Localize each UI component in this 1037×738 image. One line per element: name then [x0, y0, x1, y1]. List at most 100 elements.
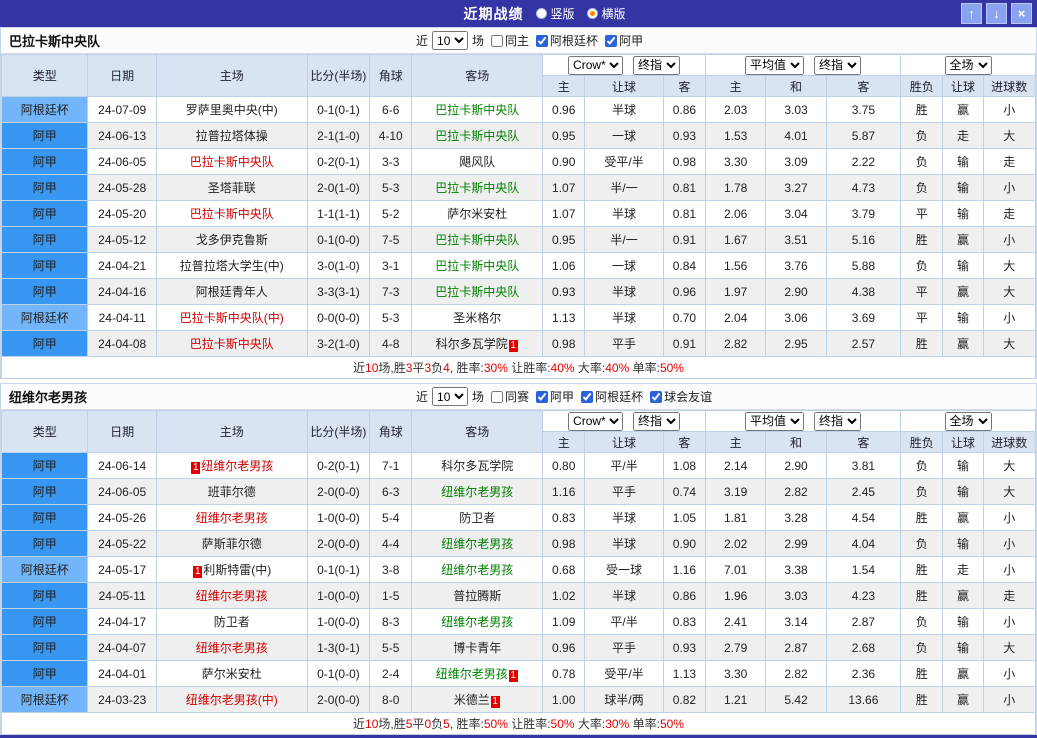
corner-count: 3-3 — [369, 148, 413, 175]
team-name-text: 巴拉卡斯中央队 — [435, 181, 520, 195]
match-row: 阿甲 24-05-11 纽维尔老男孩 1-0(0-0) 1-5 普拉腾斯 1.02 半球 0.8… — [0, 582, 1037, 609]
header-select[interactable]: 平均值 — [745, 411, 805, 431]
corner-count: 5-3 — [369, 304, 413, 331]
team-name-text: 戈多伊克鲁斯 — [195, 233, 268, 247]
scroll-down-button[interactable]: ↓ — [986, 3, 1007, 24]
red-card-badge: 1 — [193, 566, 203, 578]
team-name-text: 巴拉卡斯中央队 — [435, 285, 520, 299]
odds-value: 3.38 — [765, 556, 827, 583]
match-date: 24-04-08 — [87, 330, 157, 357]
team-name-text: 纽维尔老男孩 — [435, 667, 508, 681]
score: 0-2(0-1) — [306, 452, 371, 479]
result-flag: 输 — [942, 304, 984, 331]
score: 2-0(0-0) — [306, 478, 371, 505]
match-row: 阿甲 24-05-28 圣塔菲联 2-0(1-0) 5-3 巴拉卡斯中央队 1.07 半/一 0… — [0, 174, 1037, 201]
column-header: 比分(半场) — [306, 410, 371, 453]
header-select[interactable]: 平均值 — [745, 55, 805, 75]
score: 3-3(3-1) — [306, 278, 371, 305]
filter-checkbox[interactable]: 阿甲 — [605, 32, 643, 49]
checkbox-input[interactable] — [581, 390, 594, 403]
sub-header: 胜负 — [900, 75, 944, 97]
odds-value: 2.04 — [704, 304, 767, 331]
away-team: 纽维尔老男孩 — [411, 556, 544, 583]
summary-segment: 场,胜 — [378, 361, 406, 375]
home-team: 戈多伊克鲁斯 — [155, 226, 308, 253]
filter-checkbox[interactable]: 球会友谊 — [650, 388, 712, 405]
header-select[interactable]: Crow* — [568, 411, 624, 431]
sub-header: 让球 — [942, 75, 984, 97]
result-flag: 小 — [982, 608, 1037, 635]
odds-value: 0.95 — [542, 226, 586, 253]
odds-value: 1.16 — [542, 478, 586, 505]
result-flag: 赢 — [942, 226, 984, 253]
games-label: 场 — [472, 390, 485, 404]
team-name-text: 拉普拉塔大学生(中) — [179, 259, 284, 273]
checkbox-input[interactable] — [536, 390, 549, 403]
filter-checkbox[interactable]: 阿根廷杯 — [581, 388, 643, 405]
column-header: 主场 — [155, 410, 308, 453]
odds-value: 半/一 — [584, 174, 664, 201]
result-flag: 小 — [982, 96, 1037, 123]
home-team: 罗萨里奥中央(中) — [155, 96, 308, 123]
header-select[interactable]: Crow* — [568, 55, 624, 75]
team-name-text: 防卫者 — [459, 511, 496, 525]
odds-value: 3.69 — [825, 304, 902, 331]
odds-value: 平手 — [584, 478, 664, 505]
team-name-text: 纽维尔老男孩 — [441, 485, 514, 499]
checkbox-input[interactable] — [491, 390, 504, 403]
odds-value: 0.93 — [662, 634, 706, 661]
header-select[interactable]: 全场 — [944, 411, 992, 431]
header-select[interactable]: 终指 — [814, 411, 862, 431]
result-flag: 负 — [900, 530, 944, 557]
match-date: 24-05-20 — [87, 200, 157, 227]
filter-checkbox[interactable]: 同主 — [491, 32, 529, 49]
odds-value: 1.06 — [542, 252, 586, 279]
section-header: 巴拉卡斯中央队 近 10 场 同主 阿根廷杯 阿甲 — [1, 28, 1036, 54]
checkbox-input[interactable] — [536, 34, 549, 47]
header-select[interactable]: 全场 — [944, 55, 992, 75]
layout-radio-vertical[interactable]: 竖版 — [535, 5, 575, 22]
header-select[interactable]: 终指 — [814, 55, 862, 75]
filter-checkbox[interactable]: 阿甲 — [536, 388, 574, 405]
column-header: 日期 — [87, 410, 157, 453]
team-name-text: 巴拉卡斯中央队 — [435, 129, 520, 143]
corner-count: 8-0 — [369, 686, 413, 713]
team-name-text: 圣塔菲联 — [207, 181, 256, 195]
close-button[interactable]: × — [1011, 3, 1032, 24]
odds-value: 1.56 — [704, 252, 767, 279]
match-date: 24-06-05 — [87, 148, 157, 175]
header-select[interactable]: 终指 — [633, 411, 681, 431]
home-team: 拉普拉塔大学生(中) — [155, 252, 308, 279]
odds-value: 2.99 — [765, 530, 827, 557]
odds-value: 0.98 — [662, 148, 706, 175]
match-count-select[interactable]: 10 — [432, 387, 469, 406]
score: 0-1(0-0) — [306, 226, 371, 253]
odds-value: 2.87 — [825, 608, 902, 635]
match-count-select[interactable]: 10 — [432, 31, 469, 50]
checkbox-input[interactable] — [491, 34, 504, 47]
team-name-text: 萨斯菲尔德 — [201, 537, 262, 551]
odds-value: 2.82 — [704, 330, 767, 357]
filter-checkbox[interactable]: 同赛 — [491, 388, 529, 405]
odds-value: 受一球 — [584, 556, 664, 583]
team-name-text: 巴拉卡斯中央队 — [435, 233, 520, 247]
checkbox-input[interactable] — [605, 34, 618, 47]
layout-radio-horizontal[interactable]: 横版 — [586, 5, 626, 22]
sub-header: 客 — [825, 431, 902, 453]
checkbox-input[interactable] — [650, 390, 663, 403]
odds-value: 3.27 — [765, 174, 827, 201]
match-row: 阿甲 24-04-08 巴拉卡斯中央队 3-2(1-0) 4-8 科尔多瓦学院 1 0.98 平… — [0, 330, 1037, 357]
away-team: 飓风队 — [411, 148, 544, 175]
result-flag: 胜 — [900, 96, 944, 123]
filter-checkbox[interactable]: 阿根廷杯 — [536, 32, 598, 49]
away-team: 巴拉卡斯中央队 — [411, 174, 544, 201]
sub-header: 客 — [662, 431, 706, 453]
match-date: 24-03-23 — [87, 686, 157, 713]
odds-value: 13.66 — [825, 686, 902, 713]
scroll-up-button[interactable]: ↑ — [961, 3, 982, 24]
odds-value: 5.16 — [825, 226, 902, 253]
away-team: 科尔多瓦学院 — [411, 452, 544, 479]
result-flag: 赢 — [942, 582, 984, 609]
odds-value: 1.07 — [542, 174, 586, 201]
header-select[interactable]: 终指 — [633, 55, 681, 75]
